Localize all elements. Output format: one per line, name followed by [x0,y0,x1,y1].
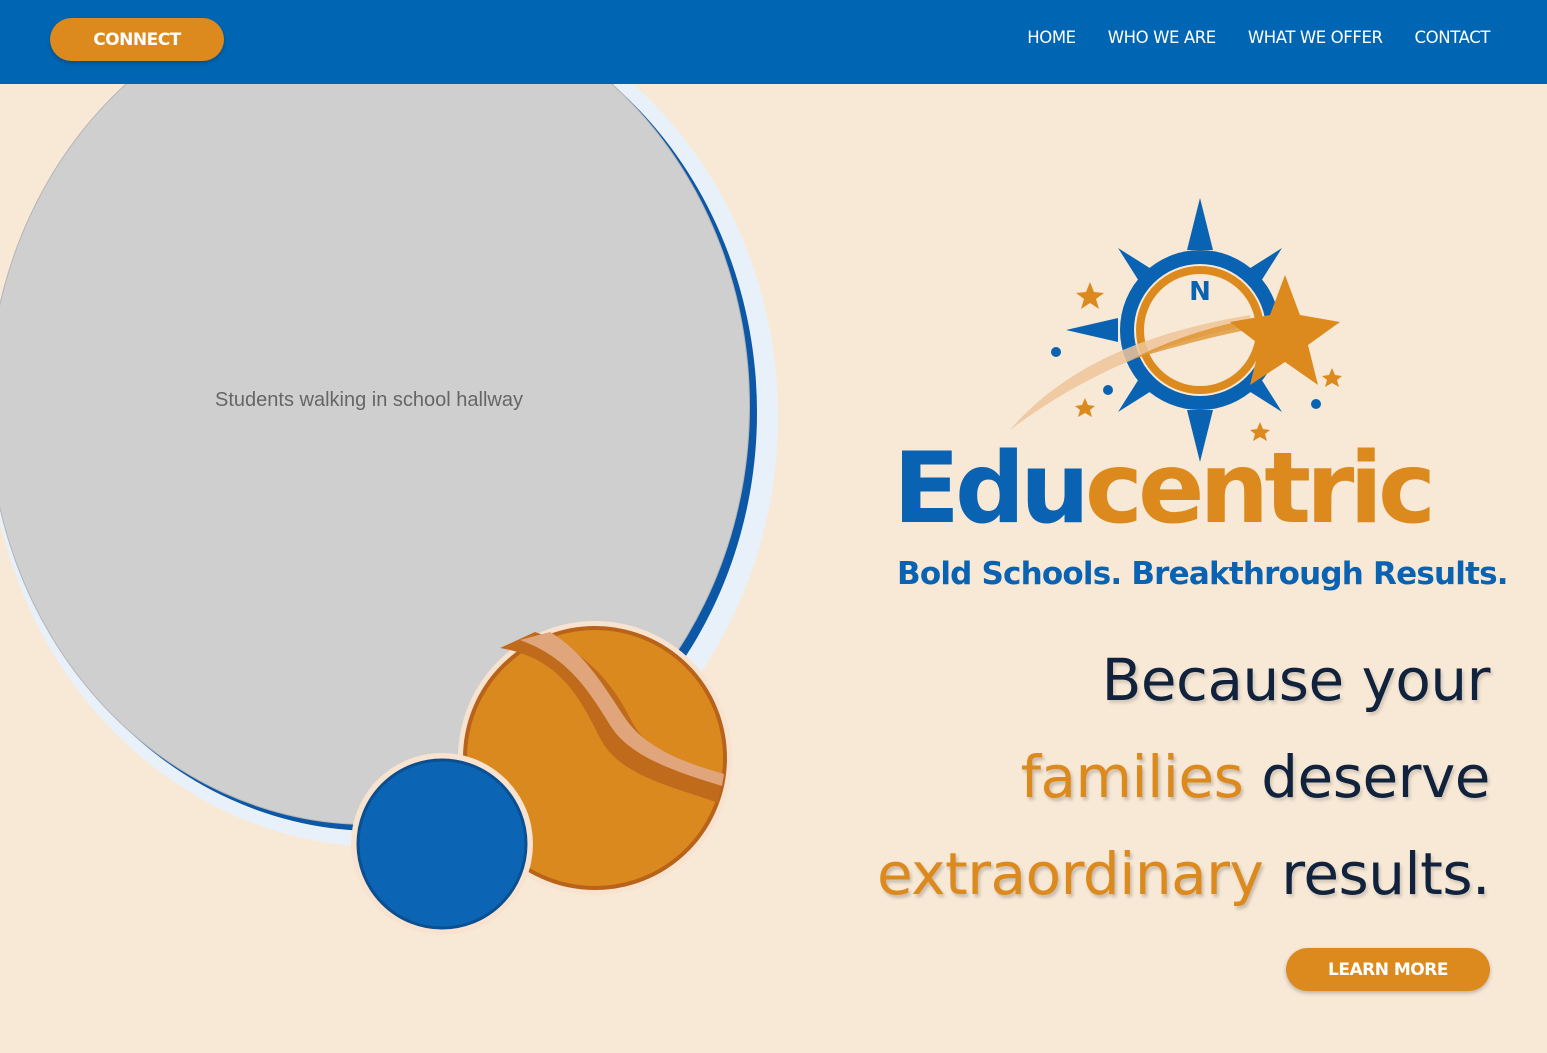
nav-what-we-offer[interactable]: WHAT WE OFFER [1248,28,1383,47]
headline-highlight-families: families [1020,743,1244,811]
headline-line-3: extraordinary results. [876,826,1491,923]
headline-line-1: Because your [1101,646,1491,714]
nav-contact[interactable]: CONTACT [1415,28,1491,47]
brand-wordmark: Educentric [893,440,1513,538]
headline-line-2: families deserve [877,729,1491,826]
learn-more-button[interactable]: LEARN MORE [1286,948,1490,991]
hero-photo-label: Students walking in school hallway [215,389,523,412]
connect-button[interactable]: CONNECT [50,18,224,61]
brand-tagline: Bold Schools. Breakthrough Results. [897,556,1509,592]
decorative-planets [351,621,732,935]
brand-part-edu: Edu [893,432,1090,546]
compass-icon: N [1010,198,1342,462]
nav-home[interactable]: HOME [1027,28,1076,47]
headline-highlight-extraordinary: extraordinary [876,840,1264,908]
hero-headline: Because your families deserve extraordin… [876,632,1491,923]
compass-letter: N [1189,277,1211,307]
brand-part-centric: centric [1084,432,1436,546]
headline-text-results: results. [1281,840,1490,908]
nav-who-we-are[interactable]: WHO WE ARE [1108,28,1217,47]
main-nav: HOME WHO WE ARE WHAT WE OFFER CONTACT [1027,28,1490,47]
headline-text-deserve: deserve [1261,743,1490,811]
top-nav-bar: CONNECT HOME WHO WE ARE WHAT WE OFFER CO… [0,0,1547,84]
